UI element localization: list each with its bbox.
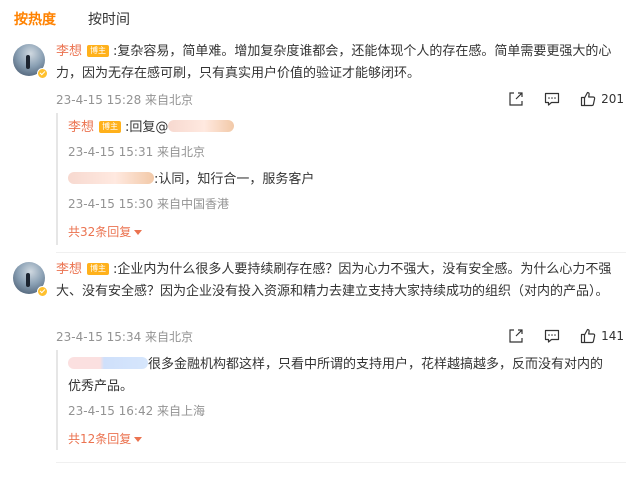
- more-replies-label: 共12条回复: [68, 432, 132, 446]
- comment-meta: 23-4-15 15:28 来自北京: [56, 93, 194, 107]
- divider: [56, 252, 626, 253]
- comment-meta: 23-4-15 15:34 来自北京: [56, 330, 194, 344]
- comment-icon[interactable]: [544, 91, 560, 107]
- reply-meta: 23-4-15 16:42 来自上海: [68, 404, 206, 418]
- comment-author[interactable]: 李想: [56, 262, 82, 277]
- reply-text: :认同，知行合一，服务客户: [154, 172, 315, 187]
- verified-icon: [37, 68, 48, 79]
- comment-body: 李想 博主:企业内为什么很多人要持续刷存在感？因为心力不强大，没有安全感。为什么心…: [56, 259, 622, 303]
- tab-by-time[interactable]: 按时间: [88, 9, 130, 29]
- like-button[interactable]: 141: [580, 328, 624, 344]
- tab-by-popularity[interactable]: 按热度: [14, 9, 56, 29]
- comment-body: 李想 博主:复杂容易，简单难。增加复杂度谁都会，还能体现个人的存在感。简单需要更强…: [56, 41, 622, 85]
- blogger-badge: 博主: [87, 45, 110, 57]
- sort-tabs: 按热度 按时间: [14, 9, 130, 29]
- comment-text: :企业内为什么很多人要持续刷存在感？因为心力不强大，没有安全感。为什么心力不强大…: [56, 262, 612, 299]
- share-icon[interactable]: [508, 328, 524, 344]
- thumbs-up-icon: [580, 328, 596, 344]
- blogger-badge: 博主: [99, 121, 122, 133]
- share-icon[interactable]: [508, 91, 524, 107]
- blogger-badge: 博主: [87, 263, 110, 275]
- more-replies-label: 共32条回复: [68, 225, 132, 239]
- comment-actions: 141: [508, 328, 624, 344]
- comment-actions: 201: [508, 91, 624, 107]
- reply-item: 李想 博主:回复@: [68, 117, 608, 139]
- like-button[interactable]: 201: [580, 91, 624, 107]
- reply-list: 很多金融机构都这样，只看中所谓的支持用户，花样越搞越多，反而没有对内的优秀产品。…: [56, 350, 622, 450]
- verified-icon: [37, 286, 48, 297]
- comment-text: :复杂容易，简单难。增加复杂度谁都会，还能体现个人的存在感。简单需要更强大的心力…: [56, 44, 612, 81]
- like-count: 201: [601, 92, 624, 106]
- reply-item: :认同，知行合一，服务客户: [68, 169, 608, 191]
- redacted-username: [68, 172, 154, 184]
- chevron-down-icon: [134, 230, 143, 235]
- divider: [56, 462, 626, 463]
- reply-text: 很多金融机构都这样，只看中所谓的支持用户，花样越搞越多，反而没有对内的优秀产品。: [68, 357, 604, 394]
- thumbs-up-icon: [580, 91, 596, 107]
- reply-text: :回复@: [125, 120, 169, 135]
- more-replies-link[interactable]: 共32条回复: [68, 223, 143, 240]
- comment-icon[interactable]: [544, 328, 560, 344]
- more-replies-link[interactable]: 共12条回复: [68, 430, 143, 447]
- reply-item: 很多金融机构都这样，只看中所谓的支持用户，花样越搞越多，反而没有对内的优秀产品。: [68, 354, 608, 398]
- reply-author[interactable]: 李想: [68, 120, 94, 135]
- redacted-username: [68, 357, 148, 369]
- reply-meta: 23-4-15 15:30 来自中国香港: [68, 197, 230, 211]
- like-count: 141: [601, 329, 624, 343]
- reply-list: 李想 博主:回复@ 23-4-15 15:31 来自北京 :认同，知行合一，服务客…: [56, 113, 622, 245]
- comment-author[interactable]: 李想: [56, 44, 82, 59]
- reply-meta: 23-4-15 15:31 来自北京: [68, 145, 206, 159]
- chevron-down-icon: [134, 437, 143, 442]
- redacted-username: [168, 120, 235, 132]
